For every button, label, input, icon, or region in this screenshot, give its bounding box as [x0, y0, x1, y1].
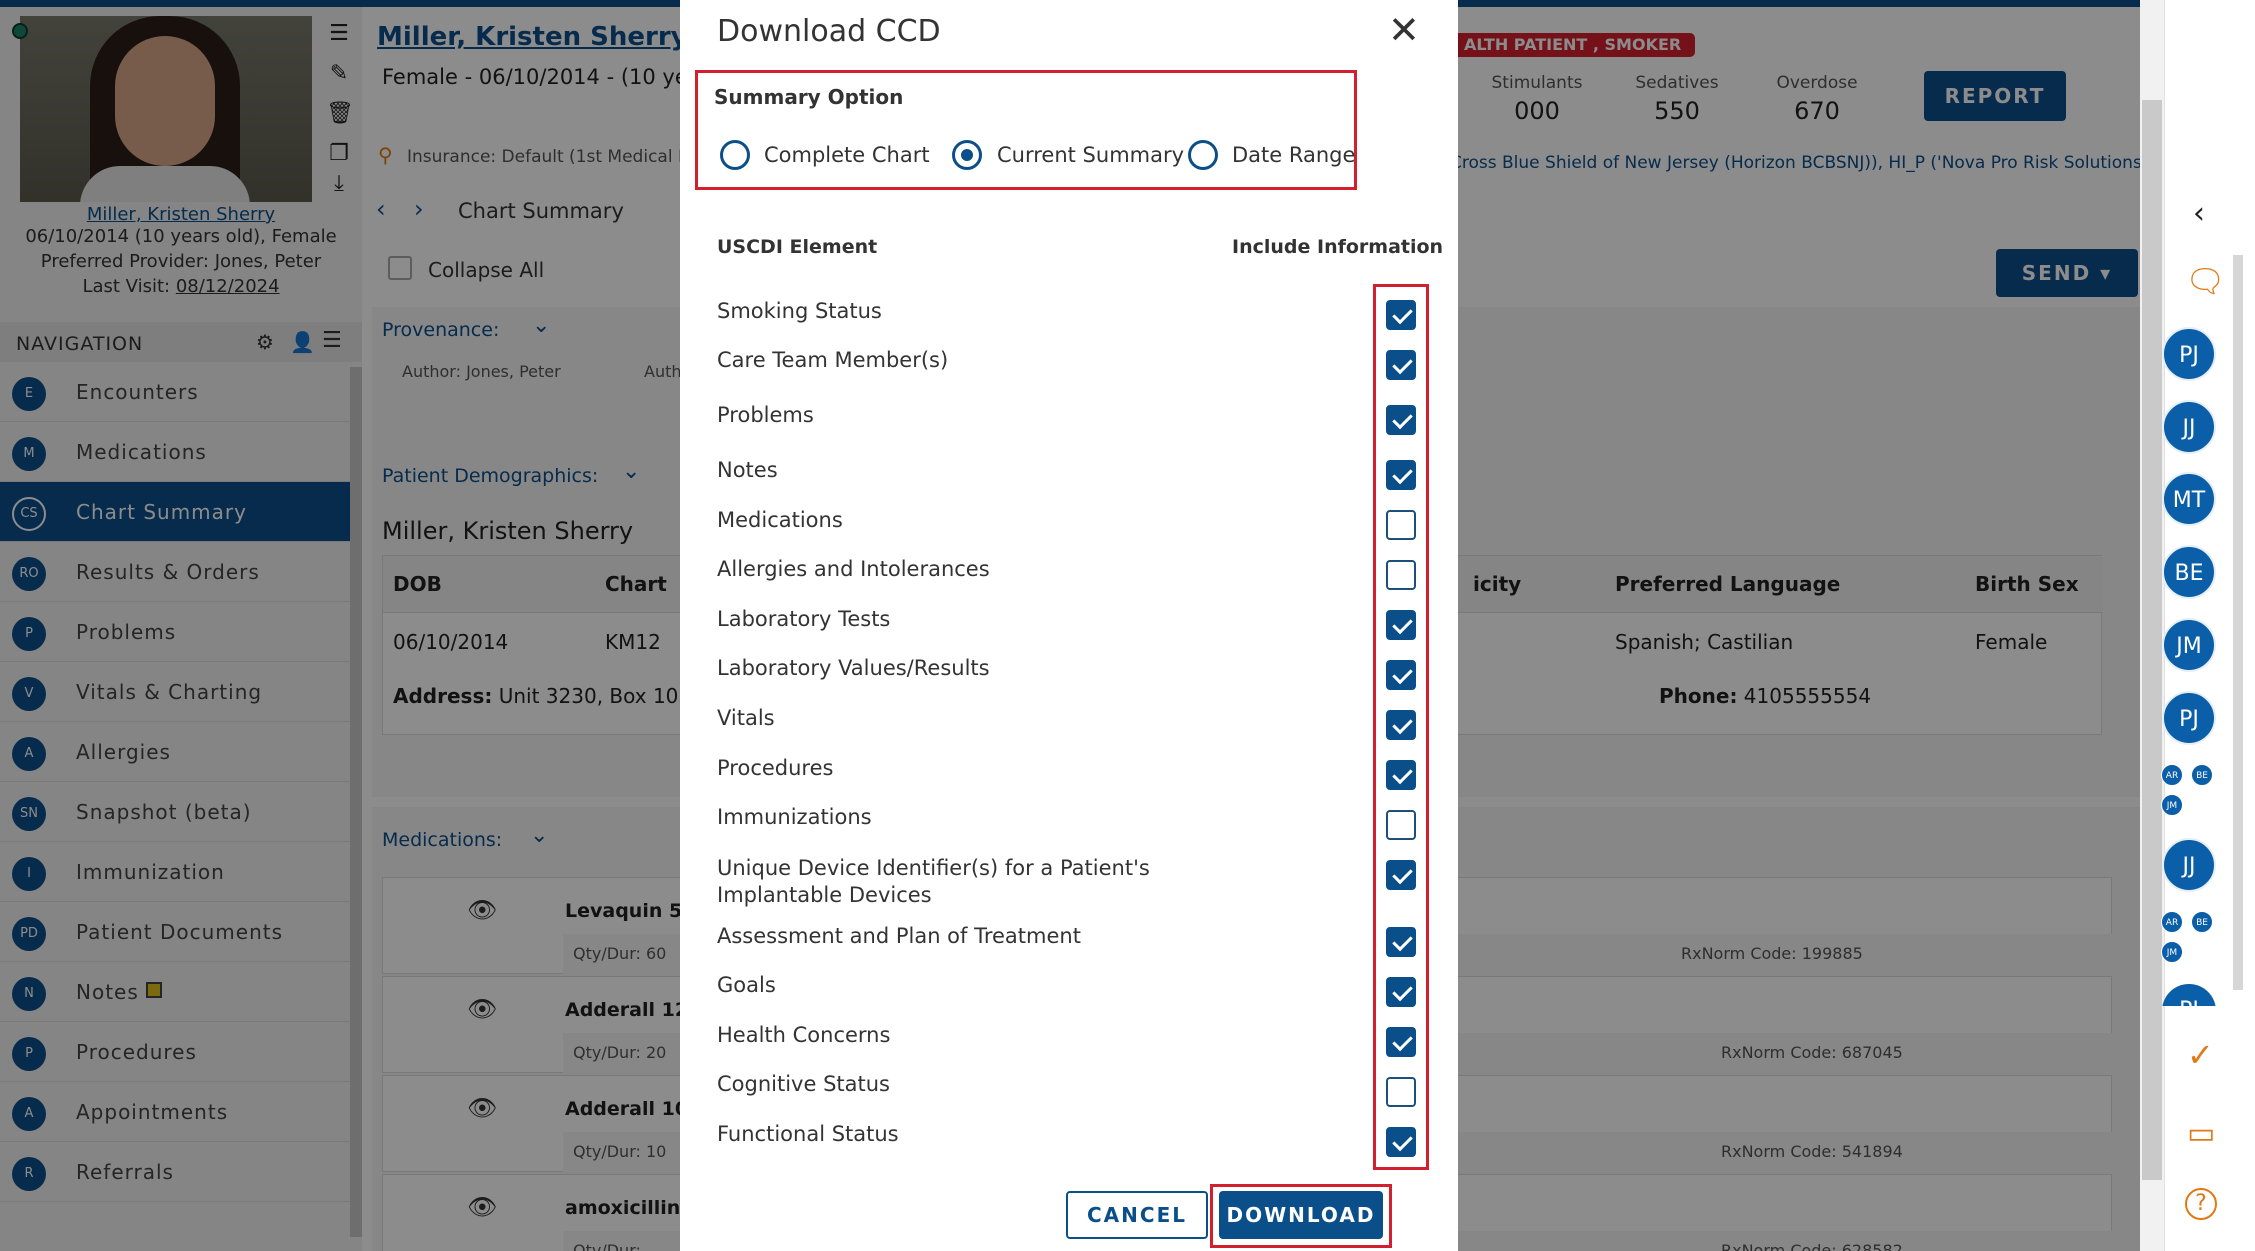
mini-avatar[interactable]: BE [2191, 764, 2213, 786]
uscdi-element-label: Vitals [717, 706, 775, 730]
user-avatar[interactable]: JM [2162, 618, 2216, 672]
uscdi-element-label: Immunizations [717, 805, 872, 829]
summary-option-group: Summary Option [695, 70, 1357, 190]
include-checkbox-vitals[interactable] [1386, 710, 1416, 740]
uscdi-element-label: Laboratory Values/Results [717, 656, 990, 680]
user-avatar[interactable]: JJ [2162, 838, 2216, 892]
include-checkbox-laboratory-values-results[interactable] [1386, 660, 1416, 690]
uscdi-element-label: Smoking Status [717, 299, 882, 323]
include-checkbox-care-team-member-s[interactable] [1386, 350, 1416, 380]
uscdi-element-label: Notes [717, 458, 778, 482]
chat-bubbles-icon[interactable]: 🗨 [2185, 262, 2226, 300]
uscdi-element-label: Cognitive Status [717, 1072, 890, 1096]
uscdi-element-header: USCDI Element [717, 236, 878, 258]
mini-avatar[interactable]: JM [2161, 794, 2183, 816]
user-avatar[interactable]: PJ [2162, 691, 2216, 745]
download-ccd-dialog: Download CCD ✕ Summary Option Complete C… [680, 0, 1458, 1251]
uscdi-element-label: Laboratory Tests [717, 607, 891, 631]
download-button[interactable]: DOWNLOAD [1219, 1191, 1383, 1239]
radio-label[interactable]: Current Summary [997, 143, 1184, 167]
help-icon[interactable]: ? [2185, 1188, 2217, 1220]
dialog-title: Download CCD [717, 14, 941, 49]
task-check-icon[interactable]: ✓ [2187, 1036, 2214, 1074]
uscdi-element-label: Functional Status [717, 1122, 899, 1146]
include-checkbox-procedures[interactable] [1386, 760, 1416, 790]
include-information-header: Include Information [1232, 236, 1444, 258]
include-checkbox-goals[interactable] [1386, 977, 1416, 1007]
uscdi-element-label: Procedures [717, 756, 834, 780]
user-avatar[interactable]: MT [2162, 472, 2216, 526]
include-checkbox-immunizations[interactable] [1386, 810, 1416, 840]
include-checkbox-unique-device-identifier-s-for-a-patient-s-implantable-devices[interactable] [1386, 860, 1416, 890]
mini-avatar[interactable]: JM [2161, 941, 2183, 963]
uscdi-element-label: Problems [717, 403, 814, 427]
include-checkbox-medications[interactable] [1386, 510, 1416, 540]
user-avatar[interactable]: JJ [2162, 400, 2216, 454]
mini-avatar[interactable]: AR [2161, 911, 2183, 933]
include-checkbox-notes[interactable] [1386, 460, 1416, 490]
radio-date-range[interactable] [1188, 140, 1218, 170]
uscdi-element-label: Assessment and Plan of Treatment [717, 924, 1081, 948]
radio-current-summary[interactable] [952, 140, 982, 170]
close-icon[interactable]: ✕ [1388, 10, 1420, 50]
summary-option-label: Summary Option [714, 85, 904, 109]
partial-avatar[interactable]: PJ [2162, 984, 2216, 1006]
uscdi-element-label: Care Team Member(s) [717, 348, 949, 372]
collapse-rail-icon[interactable]: ‹ [2193, 196, 2205, 231]
mini-avatar[interactable]: BE [2191, 911, 2213, 933]
include-checkbox-allergies-and-intolerances[interactable] [1386, 560, 1416, 590]
uscdi-element-label: Medications [717, 508, 843, 532]
mini-avatar[interactable]: AR [2161, 764, 2183, 786]
include-checkbox-cognitive-status[interactable] [1386, 1077, 1416, 1107]
include-checkbox-health-concerns[interactable] [1386, 1027, 1416, 1057]
user-avatar[interactable]: BE [2162, 545, 2216, 599]
page-scrollbar[interactable] [2140, 0, 2164, 1251]
include-checkbox-assessment-and-plan-of-treatment[interactable] [1386, 927, 1416, 957]
uscdi-element-label: Health Concerns [717, 1023, 891, 1047]
rail-scrollbar[interactable] [2233, 255, 2243, 990]
uscdi-element-label: Unique Device Identifier(s) for a Patien… [717, 856, 1150, 907]
include-checkbox-functional-status[interactable] [1386, 1127, 1416, 1157]
radio-label[interactable]: Complete Chart [764, 143, 930, 167]
radio-complete-chart[interactable] [720, 140, 750, 170]
cancel-button[interactable]: CANCEL [1066, 1191, 1208, 1239]
message-icon[interactable]: ▭ [2187, 1116, 2215, 1151]
user-avatar[interactable]: PJ [2162, 327, 2216, 381]
include-checkbox-smoking-status[interactable] [1386, 300, 1416, 330]
radio-label[interactable]: Date Range [1232, 143, 1355, 167]
uscdi-element-label: Allergies and Intolerances [717, 557, 990, 581]
uscdi-element-label: Goals [717, 973, 776, 997]
include-checkbox-laboratory-tests[interactable] [1386, 610, 1416, 640]
include-checkbox-problems[interactable] [1386, 405, 1416, 435]
